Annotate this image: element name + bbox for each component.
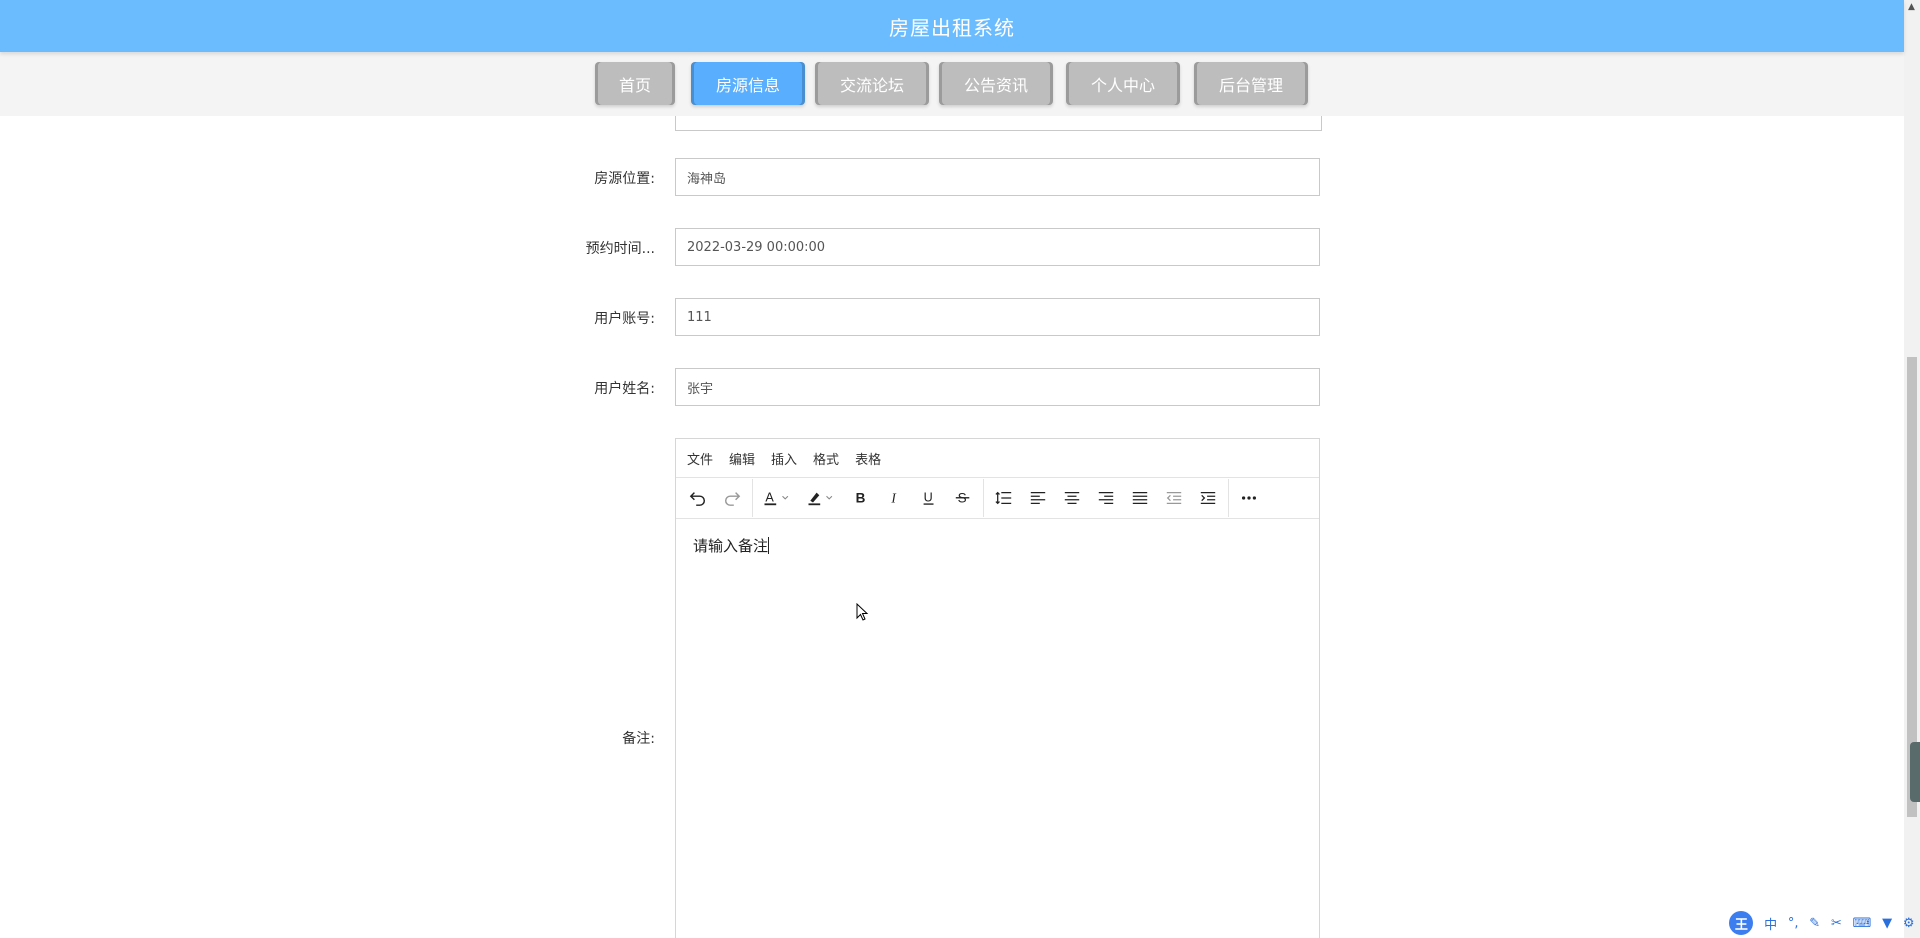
scroll-up-arrow-icon[interactable]: ▲ bbox=[1908, 2, 1915, 12]
user-name-input[interactable]: 张宇 bbox=[675, 368, 1320, 406]
editor-menubar: 文件 编辑 插入 格式 表格 bbox=[676, 439, 1319, 478]
nav-home[interactable]: 首页 bbox=[595, 62, 675, 105]
mouse-cursor-icon bbox=[856, 603, 869, 621]
location-label: 房源位置: bbox=[594, 171, 655, 187]
redo-icon[interactable] bbox=[718, 484, 746, 512]
previous-field-input[interactable] bbox=[675, 116, 1322, 131]
align-center-icon[interactable] bbox=[1058, 484, 1086, 512]
nav-house-info[interactable]: 房源信息 bbox=[691, 62, 805, 105]
nav-admin[interactable]: 后台管理 bbox=[1194, 62, 1308, 105]
text-color-icon[interactable]: A bbox=[759, 484, 797, 512]
underline-icon[interactable]: U bbox=[915, 484, 943, 512]
menu-edit[interactable]: 编辑 bbox=[729, 449, 755, 468]
appointment-time-label: 预约时间... bbox=[585, 241, 655, 257]
svg-text:A: A bbox=[765, 491, 774, 505]
justify-icon[interactable] bbox=[1126, 484, 1154, 512]
location-input[interactable]: 海神岛 bbox=[675, 158, 1320, 196]
editor-text: 请输入备注 bbox=[693, 537, 769, 555]
undo-icon[interactable] bbox=[684, 484, 712, 512]
punctuation-icon[interactable]: °, bbox=[1788, 916, 1799, 931]
keyboard-icon[interactable]: ⌨ bbox=[1853, 916, 1872, 931]
settings-gear-icon[interactable]: ⚙ bbox=[1903, 916, 1915, 931]
text-caret bbox=[768, 537, 770, 554]
skin-icon[interactable]: ▼ bbox=[1882, 916, 1892, 931]
svg-text:I: I bbox=[890, 491, 897, 506]
more-icon[interactable] bbox=[1235, 484, 1263, 512]
ime-toolbar: 王 中 °, ✎ ✂ ⌨ ▼ ⚙ bbox=[1724, 908, 1920, 938]
align-right-icon[interactable] bbox=[1092, 484, 1120, 512]
remark-label: 备注: bbox=[622, 731, 655, 747]
highlight-icon[interactable] bbox=[803, 484, 841, 512]
editor-toolbar: A B I U S bbox=[676, 478, 1319, 519]
nav-news[interactable]: 公告资讯 bbox=[939, 62, 1053, 105]
svg-text:B: B bbox=[856, 491, 866, 506]
menu-table[interactable]: 表格 bbox=[855, 449, 881, 468]
ime-logo[interactable]: 王 bbox=[1729, 911, 1754, 935]
rich-text-editor: 文件 编辑 插入 格式 表格 A B I U S 请输入备注 bbox=[675, 438, 1320, 938]
form-content: 房源位置: 海神岛 预约时间... 2022-03-29 00:00:00 用户… bbox=[0, 116, 1904, 938]
scissors-icon[interactable]: ✂ bbox=[1831, 916, 1842, 931]
user-account-input[interactable]: 111 bbox=[675, 298, 1320, 336]
bold-icon[interactable]: B bbox=[847, 484, 875, 512]
user-name-label: 用户姓名: bbox=[594, 381, 655, 397]
handwriting-icon[interactable]: ✎ bbox=[1809, 916, 1820, 931]
ime-mode[interactable]: 中 bbox=[1764, 914, 1777, 933]
app-header: 房屋出租系统 bbox=[0, 0, 1904, 52]
main-nav: 首页 房源信息 交流论坛 公告资讯 个人中心 后台管理 bbox=[0, 52, 1904, 116]
user-account-label: 用户账号: bbox=[594, 311, 655, 327]
line-height-icon[interactable] bbox=[990, 484, 1018, 512]
menu-file[interactable]: 文件 bbox=[687, 449, 713, 468]
menu-insert[interactable]: 插入 bbox=[771, 449, 797, 468]
align-left-icon[interactable] bbox=[1024, 484, 1052, 512]
nav-forum[interactable]: 交流论坛 bbox=[815, 62, 929, 105]
indent-icon[interactable] bbox=[1194, 484, 1222, 512]
editor-content-area[interactable]: 请输入备注 bbox=[676, 519, 1319, 572]
outdent-icon[interactable] bbox=[1160, 484, 1188, 512]
menu-format[interactable]: 格式 bbox=[813, 449, 839, 468]
nav-personal-center[interactable]: 个人中心 bbox=[1066, 62, 1180, 105]
italic-icon[interactable]: I bbox=[881, 484, 909, 512]
appointment-time-input[interactable]: 2022-03-29 00:00:00 bbox=[675, 228, 1320, 266]
strikethrough-icon[interactable]: S bbox=[949, 484, 977, 512]
svg-text:U: U bbox=[924, 491, 933, 505]
side-panel-handle[interactable] bbox=[1910, 742, 1920, 802]
app-title: 房屋出租系统 bbox=[889, 15, 1015, 40]
